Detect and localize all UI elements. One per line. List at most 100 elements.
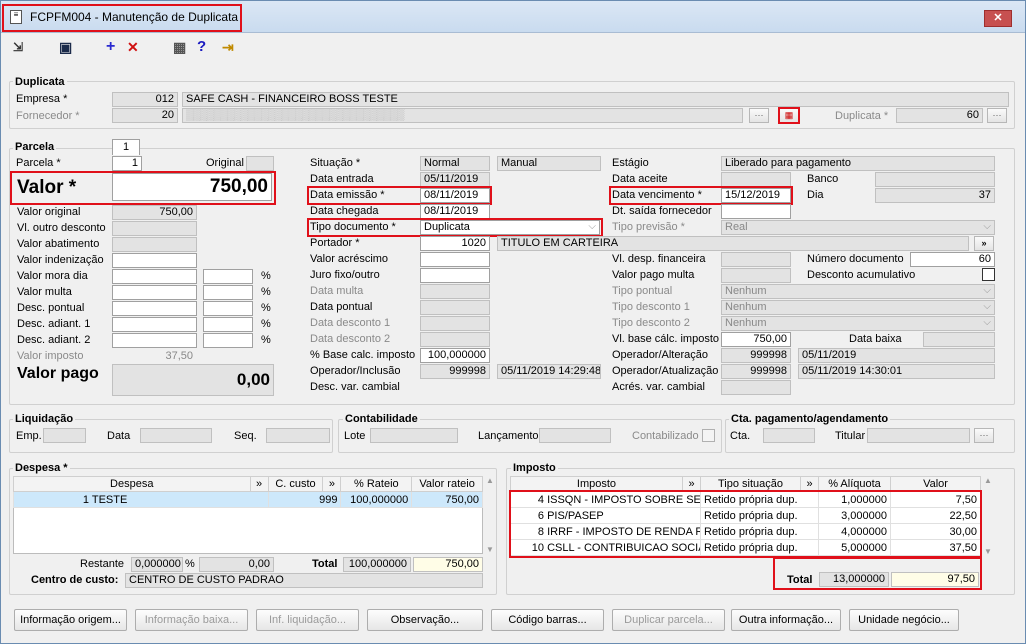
acrescimo-input[interactable] <box>420 252 490 267</box>
table-row[interactable]: 4 ISSQN - IMPOSTO SOBRE SERV Retido próp… <box>510 491 981 508</box>
help-icon[interactable]: ? <box>197 39 206 55</box>
tipo-desconto1-select[interactable]: Nenhum <box>721 300 995 315</box>
col-despesa[interactable]: Despesa <box>13 476 251 492</box>
banco-label: Banco <box>807 173 839 185</box>
outra-informacao-button[interactable]: Outra informação... <box>731 609 841 631</box>
imposto-total-aliquota: 13,000000 <box>819 572 889 587</box>
fornecedor-lookup-button[interactable]: ⋯ <box>749 108 769 123</box>
operador-inclusao-date: 05/11/2019 14:29:48 <box>497 364 601 379</box>
col-imposto[interactable]: Imposto <box>510 476 683 492</box>
unidade-negocio-button[interactable]: Unidade negócio... <box>849 609 959 631</box>
expand-icon[interactable]: ⇲ <box>13 39 23 55</box>
tipo-situacao-cell: Retido própria dup. <box>700 539 819 556</box>
portador-code-input[interactable]: 1020 <box>420 236 490 251</box>
col-ccusto[interactable]: C. custo <box>267 476 324 492</box>
desc-pontual-label: Desc. pontual <box>17 302 85 314</box>
tipo-pontual-select[interactable]: Nenhum <box>721 284 995 299</box>
mora-input[interactable] <box>112 269 197 284</box>
col-imposto-expand[interactable]: » <box>682 476 701 492</box>
despesa-cell: 1 TESTE <box>13 491 269 508</box>
parcela-title: Parcela <box>13 141 57 153</box>
delete-icon[interactable]: ✕ <box>127 39 139 55</box>
desc-adiant1-input[interactable] <box>112 317 197 332</box>
liq-data-field <box>140 428 212 443</box>
calculator-icon[interactable]: ▦ <box>173 39 186 55</box>
desc-adiant2-input[interactable] <box>112 333 197 348</box>
despesa-name: TESTE <box>91 493 128 506</box>
despesa-total-label: Total <box>312 558 338 570</box>
indenizacao-input[interactable] <box>112 253 197 268</box>
col-valor-rateio[interactable]: Valor rateio <box>411 476 483 492</box>
mora-pct-input[interactable] <box>203 269 253 284</box>
valor-input[interactable]: 750,00 <box>112 173 272 201</box>
imposto-title: Imposto <box>511 462 558 474</box>
imposto-scrollbar[interactable]: ▲ ▼ <box>983 476 993 556</box>
col-aliquota[interactable]: % Alíquota <box>818 476 891 492</box>
aliquota-cell: 3,000000 <box>818 507 891 524</box>
observacao-button[interactable]: Observação... <box>367 609 483 631</box>
tipo-desconto2-select[interactable]: Nenhum <box>721 316 995 331</box>
juro-input[interactable] <box>420 268 490 283</box>
fornecedor-code: 20 <box>112 108 178 123</box>
desc-adiant2-pct-input[interactable] <box>203 333 253 348</box>
tipo-documento-select[interactable]: Duplicata <box>420 220 600 235</box>
close-button[interactable]: ✕ <box>984 10 1012 27</box>
col-rateio[interactable]: % Rateio <box>340 476 413 492</box>
col-despesa-expand[interactable]: » <box>249 476 269 492</box>
numero-documento-input[interactable]: 60 <box>910 252 995 267</box>
original-label: Original <box>206 157 244 169</box>
base-calc-label: % Base calc. imposto <box>310 349 416 361</box>
multa-input[interactable] <box>112 285 197 300</box>
data-vencimento-input[interactable]: 15/12/2019 <box>721 188 791 203</box>
calendar-icon[interactable]: ▦ <box>779 108 799 123</box>
desc-pontual-input[interactable] <box>112 301 197 316</box>
parcela-label: Parcela * <box>16 157 61 169</box>
mora-label: Valor mora dia <box>17 270 88 282</box>
titular-lookup-button[interactable]: ⋯ <box>974 428 994 443</box>
multa-pct-input[interactable] <box>203 285 253 300</box>
desconto-acumulativo-label: Desconto acumulativo <box>807 269 916 281</box>
despesa-scrollbar[interactable]: ▲ ▼ <box>485 476 495 554</box>
portador-lookup-button[interactable]: » <box>974 236 994 251</box>
imposto-num: 10 <box>531 541 544 554</box>
informacao-origem-button[interactable]: Informação origem... <box>14 609 127 631</box>
col-tipo-situacao[interactable]: Tipo situação <box>700 476 801 492</box>
desc-pontual-pct-input[interactable] <box>203 301 253 316</box>
codigo-barras-button[interactable]: Código barras... <box>491 609 604 631</box>
data-chegada-input[interactable]: 08/11/2019 <box>420 204 490 219</box>
col-imposto-valor[interactable]: Valor <box>890 476 981 492</box>
col-tipo-expand[interactable]: » <box>800 476 819 492</box>
informacao-baixa-button[interactable]: Informação baixa... <box>135 609 248 631</box>
table-row[interactable]: 10 CSLL - CONTRIBUICAO SOCIAL Retido pró… <box>510 539 981 556</box>
data-emissao-input[interactable]: 08/11/2019 <box>420 188 490 203</box>
abatimento-label: Valor abatimento <box>17 238 100 250</box>
imposto-valor-cell: 30,00 <box>890 523 981 540</box>
operador-alteracao-date: 05/11/2019 <box>798 348 995 363</box>
desc-adiant1-pct-input[interactable] <box>203 317 253 332</box>
tipo-pontual-label: Tipo pontual <box>612 285 673 297</box>
imposto-cell: 8 IRRF - IMPOSTO DE RENDA RET <box>510 523 701 540</box>
dt-saida-input[interactable] <box>721 204 791 219</box>
tipo-previsao-select[interactable]: Real <box>721 220 995 235</box>
tipo-desconto1-label: Tipo desconto 1 <box>612 301 690 313</box>
vl-base-calc-input[interactable]: 750,00 <box>721 332 791 347</box>
tab-parcela-1[interactable]: 1 <box>112 139 140 155</box>
lote-field <box>370 428 458 443</box>
add-icon[interactable]: + <box>106 39 115 55</box>
acrescimo-label: Valor acréscimo <box>310 253 389 265</box>
parcela-input[interactable]: 1 <box>112 156 142 171</box>
col-ccusto-expand[interactable]: » <box>322 476 342 492</box>
duplicar-parcela-button[interactable]: Duplicar parcela... <box>612 609 725 631</box>
base-calc-input[interactable]: 100,000000 <box>420 348 490 363</box>
estagio-field: Liberado para pagamento <box>721 156 995 171</box>
imposto-num: 8 <box>537 525 544 538</box>
save-icon[interactable]: ▣ <box>59 39 72 55</box>
exit-icon[interactable]: ⇥ <box>222 39 234 55</box>
desconto-acumulativo-checkbox[interactable] <box>982 268 995 281</box>
inf-liquidacao-button[interactable]: Inf. liquidação... <box>256 609 359 631</box>
table-row[interactable]: 8 IRRF - IMPOSTO DE RENDA RET Retido pró… <box>510 523 981 540</box>
table-row[interactable]: 1 TESTE 999 100,000000 750,00 <box>13 491 483 508</box>
table-row[interactable]: 6 PIS/PASEP Retido própria dup. 3,000000… <box>510 507 981 524</box>
duplicata-lookup-button[interactable]: ⋯ <box>987 108 1007 123</box>
pct-symbol: % <box>261 286 271 298</box>
